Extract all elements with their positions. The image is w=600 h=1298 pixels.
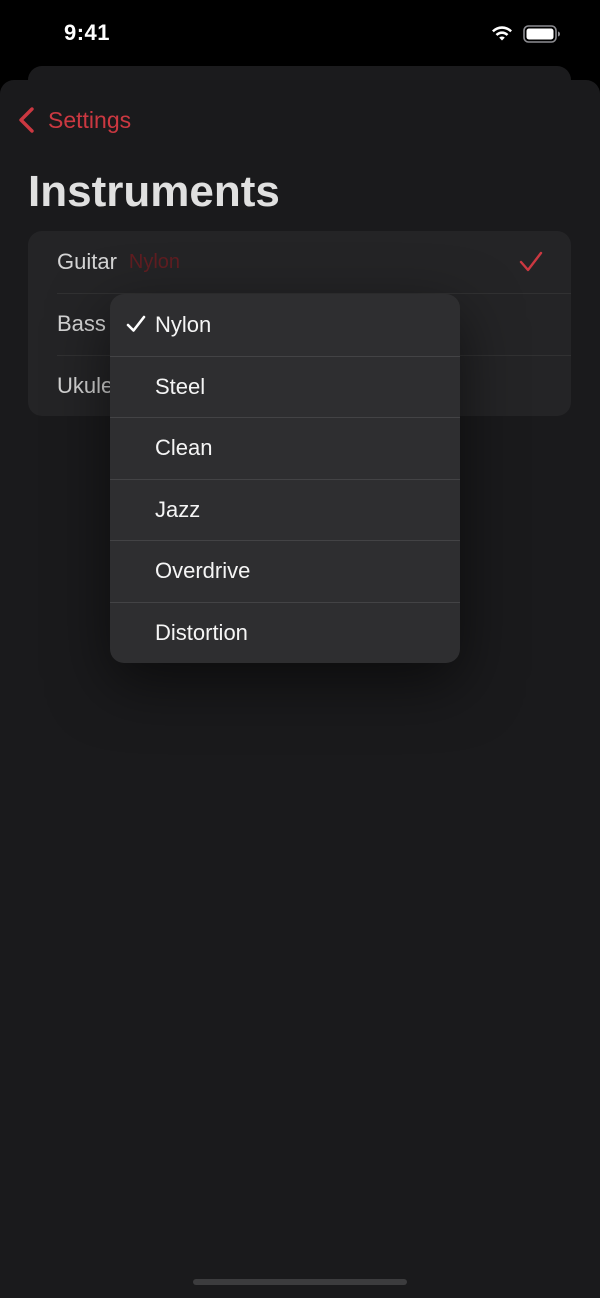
menu-item-overdrive[interactable]: Overdrive (110, 540, 460, 602)
menu-item-label: Distortion (155, 619, 248, 645)
menu-item-label: Clean (155, 435, 213, 461)
menu-item-jazz[interactable]: Jazz (110, 478, 460, 541)
tone-menu: Nylon Steel Clean Jazz Overdrive Distort… (110, 294, 460, 663)
battery-icon (523, 25, 560, 43)
status-bar: 9:41 (0, 0, 600, 70)
menu-item-label: Overdrive (155, 558, 251, 584)
menu-item-distortion[interactable]: Distortion (110, 601, 460, 664)
menu-item-clean[interactable]: Clean (110, 417, 460, 479)
menu-item-label: Nylon (155, 311, 212, 337)
status-time: 9:41 (64, 20, 111, 45)
dim-overlay (0, 80, 600, 1298)
menu-item-label: Steel (155, 373, 206, 399)
checkmark-icon (126, 315, 146, 332)
menu-item-nylon[interactable]: Nylon (110, 294, 460, 356)
wifi-icon (492, 26, 512, 41)
menu-item-label: Jazz (155, 496, 201, 522)
home-indicator (193, 1279, 407, 1285)
screen: 9:41 Settings Instruments Guitar Nylon B… (0, 0, 600, 1298)
menu-item-steel[interactable]: Steel (110, 355, 460, 418)
